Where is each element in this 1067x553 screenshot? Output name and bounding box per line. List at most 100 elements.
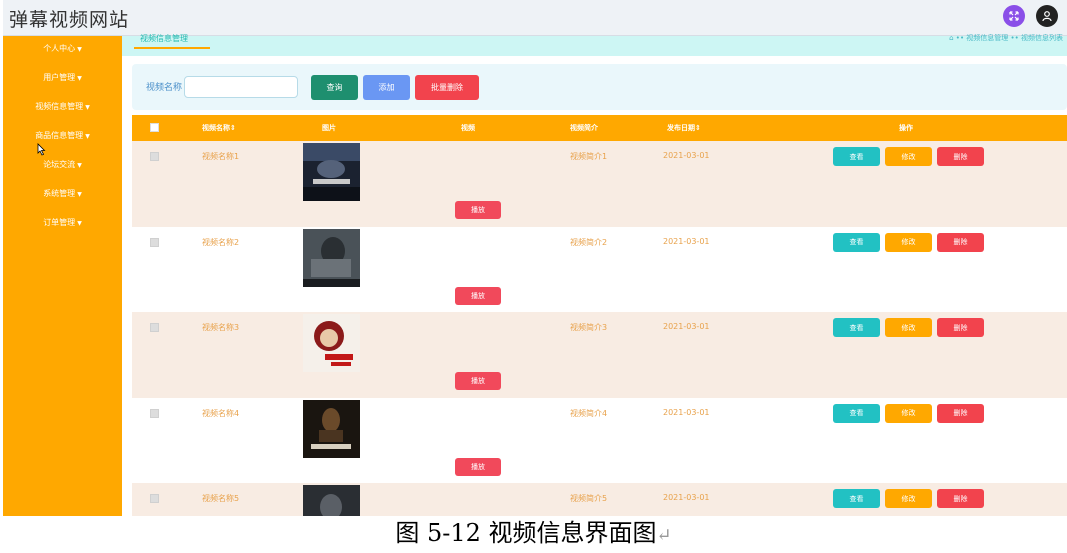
row-publish-date: 2021-03-01 [663,236,710,246]
return-mark-icon: ↵ [656,525,672,546]
tab-bar: 视频信息管理 ⌂ •• 视频信息管理 •• 视频信息列表 [122,33,1067,56]
video-thumbnail [303,485,360,516]
row-checkbox[interactable] [150,237,159,247]
edit-button[interactable]: 修改 [885,318,932,337]
search-label: 视频名称 [146,83,183,93]
play-button[interactable]: 播放 [455,457,501,476]
row-video-name: 视频名称3 [202,323,240,332]
top-bar: 弹幕视频网站 [3,0,1067,36]
video-thumbnail [303,399,360,458]
row-checkbox[interactable] [150,408,159,418]
row-video-intro: 视频简介2 [570,237,608,247]
table-row: 视频名称5 播放 视频简介5 2021-03-01 查看 修改 删除 [132,483,1067,516]
chevron-down-icon: ▼ [77,162,82,169]
video-thumbnail [303,228,360,287]
table-row: 视频名称1 播放 视频简介1 2021-03-01 查看 修改 删除 [132,141,1067,227]
video-thumbnail [303,143,360,201]
row-checkbox[interactable] [150,323,159,332]
edit-button[interactable]: 修改 [885,147,932,166]
column-header-date[interactable]: 发布日期⇕ [667,123,701,133]
chevron-down-icon: ▼ [85,133,90,140]
row-video-name: 视频名称5 [202,494,240,503]
delete-button[interactable]: 删除 [937,147,984,166]
row-publish-date: 2021-03-01 [663,151,710,160]
table-header: 视频名称⇕ 图片 视频 视频简介 发布日期⇕ 操作 [132,115,1067,141]
column-header-video: 视频 [461,124,475,132]
row-video-intro: 视频简介1 [570,152,608,161]
sidebar: 个人中心 ▼ 用户管理 ▼ 视频信息管理 ▼ 商品信息管理 ▼ 论坛交流 ▼ 系统管理 ▼ … [3,36,122,516]
table-row: 视频名称4 播放 视频简介4 2021-03-01 查看 修改 删除 [132,397,1067,483]
row-checkbox[interactable] [150,494,159,503]
sidebar-item-label: 个人中心 [43,44,76,53]
table-row: 视频名称2 播放 视频简介2 2021-03-01 查看 修改 删除 [132,226,1067,312]
sidebar-item-product-management[interactable]: 商品信息管理 ▼ [3,130,122,141]
chevron-down-icon: ▼ [85,104,90,111]
delete-button[interactable]: 删除 [937,232,984,252]
play-button[interactable]: 播放 [455,201,501,219]
add-button[interactable]: 添加 [363,75,410,100]
sidebar-item-system-management[interactable]: 系统管理 ▼ [3,188,122,199]
edit-button[interactable]: 修改 [885,232,932,252]
edit-button[interactable]: 修改 [885,403,932,423]
breadcrumb: ⌂ •• 视频信息管理 •• 视频信息列表 [949,34,1063,42]
chevron-down-icon: ▼ [77,46,82,53]
user-avatar-button[interactable] [1036,5,1058,27]
row-checkbox[interactable] [150,152,159,161]
row-video-name: 视频名称1 [202,152,240,161]
view-button[interactable]: 查看 [833,147,880,166]
sidebar-item-label: 系统管理 [43,189,76,198]
sidebar-item-order-management[interactable]: 订单管理 ▼ [3,217,122,228]
search-button[interactable]: 查询 [311,75,358,100]
row-publish-date: 2021-03-01 [663,407,710,417]
sidebar-item-label: 用户管理 [43,73,76,82]
column-header-intro: 视频简介 [570,124,598,132]
sidebar-item-label: 论坛交流 [43,160,76,169]
sidebar-item-forum[interactable]: 论坛交流 ▼ [3,159,122,170]
chevron-down-icon: ▼ [77,75,82,82]
edit-button[interactable]: 修改 [885,489,932,508]
view-button[interactable]: 查看 [833,318,880,337]
figure-caption-text: 图 5-12 视频信息界面图 [395,519,657,547]
play-button[interactable]: 播放 [455,372,501,390]
figure-caption: 图 5-12 视频信息界面图↵ [0,516,1067,550]
row-publish-date: 2021-03-01 [663,493,710,502]
batch-delete-button[interactable]: 批量删除 [415,75,479,100]
select-all-checkbox[interactable] [150,123,159,132]
view-button[interactable]: 查看 [833,403,880,423]
row-video-intro: 视频简介5 [570,494,608,503]
column-header-image: 图片 [322,124,336,132]
sidebar-item-personal-center[interactable]: 个人中心 ▼ [3,43,122,54]
delete-button[interactable]: 删除 [937,318,984,337]
column-header-actions: 操作 [899,124,913,132]
delete-button[interactable]: 删除 [937,403,984,423]
search-panel: 视频名称 查询 添加 批量删除 [132,64,1067,110]
site-title: 弹幕视频网站 [9,9,130,31]
sidebar-item-label: 视频信息管理 [35,102,84,111]
view-button[interactable]: 查看 [833,489,880,508]
row-video-name: 视频名称4 [202,408,240,418]
chevron-down-icon: ▼ [77,191,82,198]
row-video-intro: 视频简介3 [570,323,608,332]
video-thumbnail [303,314,360,372]
sidebar-item-label: 订单管理 [43,218,76,227]
row-video-intro: 视频简介4 [570,408,608,418]
play-button[interactable]: 播放 [455,286,501,305]
app-window: 弹幕视频网站 个人中心 ▼ 用户管理 ▼ 视频信息管理 ▼ 商品信息管理 ▼ 论坛交流 ▼ [3,0,1067,516]
sidebar-item-label: 商品信息管理 [35,131,84,140]
video-table: 视频名称⇕ 图片 视频 视频简介 发布日期⇕ 操作 视频名称1 播放 视频简介1… [132,115,1067,516]
fullscreen-button[interactable] [1003,5,1025,27]
video-name-search-input[interactable] [184,76,298,98]
sidebar-item-video-management[interactable]: 视频信息管理 ▼ [3,101,122,112]
chevron-down-icon: ▼ [77,220,82,227]
fullscreen-icon [1009,11,1019,21]
mouse-cursor-icon [36,143,46,161]
sidebar-item-user-management[interactable]: 用户管理 ▼ [3,72,122,83]
delete-button[interactable]: 删除 [937,489,984,508]
view-button[interactable]: 查看 [833,232,880,252]
row-publish-date: 2021-03-01 [663,322,710,331]
table-row: 视频名称3 播放 视频简介3 2021-03-01 查看 修改 删除 [132,312,1067,398]
user-icon [1042,11,1052,22]
tab-video-management[interactable]: 视频信息管理 [134,33,210,49]
column-header-name[interactable]: 视频名称⇕ [202,123,236,133]
row-video-name: 视频名称2 [202,237,240,247]
